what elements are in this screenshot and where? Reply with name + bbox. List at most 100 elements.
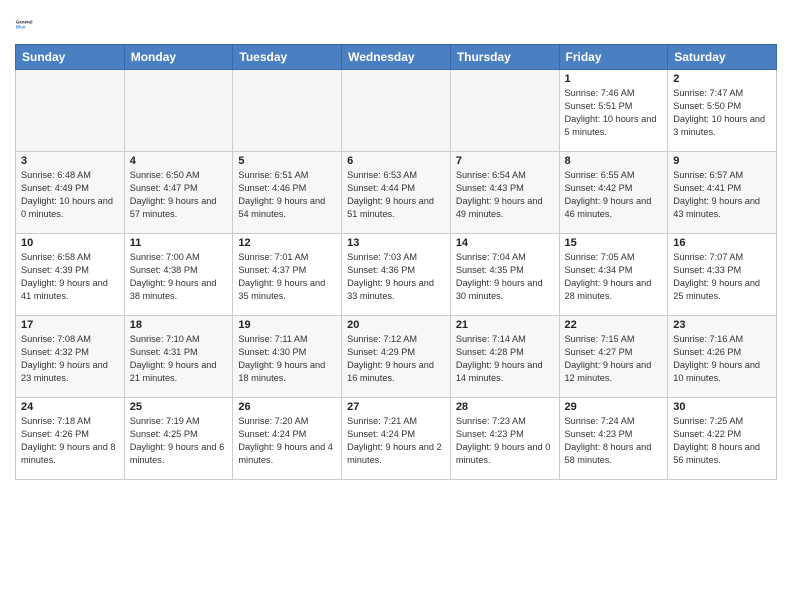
weekday-header-wednesday: Wednesday bbox=[342, 45, 451, 70]
day-cell: 29 Sunrise: 7:24 AMSunset: 4:23 PMDayligh… bbox=[559, 398, 668, 480]
day-number: 18 bbox=[130, 319, 228, 331]
day-cell bbox=[342, 70, 451, 152]
day-number: 9 bbox=[673, 155, 771, 167]
week-row-5: 24 Sunrise: 7:18 AMSunset: 4:26 PMDayligh… bbox=[16, 398, 777, 480]
day-info: Sunrise: 7:19 AMSunset: 4:25 PMDaylight:… bbox=[130, 415, 228, 467]
day-number: 22 bbox=[565, 319, 663, 331]
week-row-4: 17 Sunrise: 7:08 AMSunset: 4:32 PMDayligh… bbox=[16, 316, 777, 398]
weekday-header-tuesday: Tuesday bbox=[233, 45, 342, 70]
day-number: 14 bbox=[456, 237, 554, 249]
weekday-header-sunday: Sunday bbox=[16, 45, 125, 70]
day-number: 13 bbox=[347, 237, 445, 249]
svg-text:Blue: Blue bbox=[16, 25, 26, 30]
day-info: Sunrise: 6:51 AMSunset: 4:46 PMDaylight:… bbox=[238, 169, 336, 221]
day-info: Sunrise: 7:05 AMSunset: 4:34 PMDaylight:… bbox=[565, 251, 663, 303]
weekday-header-thursday: Thursday bbox=[450, 45, 559, 70]
day-number: 25 bbox=[130, 401, 228, 413]
weekday-header-saturday: Saturday bbox=[668, 45, 777, 70]
day-cell: 27 Sunrise: 7:21 AMSunset: 4:24 PMDayligh… bbox=[342, 398, 451, 480]
day-info: Sunrise: 7:03 AMSunset: 4:36 PMDaylight:… bbox=[347, 251, 445, 303]
day-cell: 23 Sunrise: 7:16 AMSunset: 4:26 PMDayligh… bbox=[668, 316, 777, 398]
day-number: 1 bbox=[565, 73, 663, 85]
day-info: Sunrise: 6:58 AMSunset: 4:39 PMDaylight:… bbox=[21, 251, 119, 303]
day-info: Sunrise: 7:46 AMSunset: 5:51 PMDaylight:… bbox=[565, 87, 663, 139]
day-number: 27 bbox=[347, 401, 445, 413]
page: General Blue SundayMondayTuesdayWednesda… bbox=[0, 0, 792, 612]
logo-icon: General Blue bbox=[15, 10, 43, 38]
day-cell: 5 Sunrise: 6:51 AMSunset: 4:46 PMDaylight… bbox=[233, 152, 342, 234]
day-number: 10 bbox=[21, 237, 119, 249]
day-info: Sunrise: 7:15 AMSunset: 4:27 PMDaylight:… bbox=[565, 333, 663, 385]
day-number: 15 bbox=[565, 237, 663, 249]
calendar-table: SundayMondayTuesdayWednesdayThursdayFrid… bbox=[15, 44, 777, 480]
day-number: 5 bbox=[238, 155, 336, 167]
day-cell: 19 Sunrise: 7:11 AMSunset: 4:30 PMDayligh… bbox=[233, 316, 342, 398]
day-info: Sunrise: 6:55 AMSunset: 4:42 PMDaylight:… bbox=[565, 169, 663, 221]
day-number: 12 bbox=[238, 237, 336, 249]
day-cell: 13 Sunrise: 7:03 AMSunset: 4:36 PMDayligh… bbox=[342, 234, 451, 316]
day-cell: 30Sunrise: 7:25 AMSunset: 4:22 PMDayligh… bbox=[668, 398, 777, 480]
day-info: Sunrise: 7:12 AMSunset: 4:29 PMDaylight:… bbox=[347, 333, 445, 385]
day-info: Sunrise: 7:00 AMSunset: 4:38 PMDaylight:… bbox=[130, 251, 228, 303]
day-info: Sunrise: 7:18 AMSunset: 4:26 PMDaylight:… bbox=[21, 415, 119, 467]
week-row-1: 1 Sunrise: 7:46 AMSunset: 5:51 PMDaylight… bbox=[16, 70, 777, 152]
day-info: Sunrise: 7:16 AMSunset: 4:26 PMDaylight:… bbox=[673, 333, 771, 385]
day-cell bbox=[450, 70, 559, 152]
weekday-header-monday: Monday bbox=[124, 45, 233, 70]
day-number: 30 bbox=[673, 401, 771, 413]
day-number: 3 bbox=[21, 155, 119, 167]
day-cell: 2 Sunrise: 7:47 AMSunset: 5:50 PMDaylight… bbox=[668, 70, 777, 152]
day-number: 17 bbox=[21, 319, 119, 331]
day-cell: 28 Sunrise: 7:23 AMSunset: 4:23 PMDayligh… bbox=[450, 398, 559, 480]
day-cell: 9 Sunrise: 6:57 AMSunset: 4:41 PMDaylight… bbox=[668, 152, 777, 234]
day-number: 23 bbox=[673, 319, 771, 331]
day-info: Sunrise: 6:48 AMSunset: 4:49 PMDaylight:… bbox=[21, 169, 119, 221]
day-info: Sunrise: 7:23 AMSunset: 4:23 PMDaylight:… bbox=[456, 415, 554, 467]
day-info: Sunrise: 6:57 AMSunset: 4:41 PMDaylight:… bbox=[673, 169, 771, 221]
day-info: Sunrise: 6:54 AMSunset: 4:43 PMDaylight:… bbox=[456, 169, 554, 221]
day-info: Sunrise: 6:53 AMSunset: 4:44 PMDaylight:… bbox=[347, 169, 445, 221]
day-number: 24 bbox=[21, 401, 119, 413]
day-cell: 7 Sunrise: 6:54 AMSunset: 4:43 PMDaylight… bbox=[450, 152, 559, 234]
day-cell: 14Sunrise: 7:04 AMSunset: 4:35 PMDayligh… bbox=[450, 234, 559, 316]
day-cell: 26 Sunrise: 7:20 AMSunset: 4:24 PMDayligh… bbox=[233, 398, 342, 480]
day-cell: 1 Sunrise: 7:46 AMSunset: 5:51 PMDaylight… bbox=[559, 70, 668, 152]
weekday-header-row: SundayMondayTuesdayWednesdayThursdayFrid… bbox=[16, 45, 777, 70]
day-number: 20 bbox=[347, 319, 445, 331]
day-number: 29 bbox=[565, 401, 663, 413]
day-number: 4 bbox=[130, 155, 228, 167]
day-info: Sunrise: 7:20 AMSunset: 4:24 PMDaylight:… bbox=[238, 415, 336, 467]
day-cell: 17 Sunrise: 7:08 AMSunset: 4:32 PMDayligh… bbox=[16, 316, 125, 398]
day-info: Sunrise: 7:07 AMSunset: 4:33 PMDaylight:… bbox=[673, 251, 771, 303]
day-info: Sunrise: 7:24 AMSunset: 4:23 PMDaylight:… bbox=[565, 415, 663, 467]
day-number: 8 bbox=[565, 155, 663, 167]
day-cell: 25 Sunrise: 7:19 AMSunset: 4:25 PMDayligh… bbox=[124, 398, 233, 480]
day-number: 7 bbox=[456, 155, 554, 167]
day-cell: 16Sunrise: 7:07 AMSunset: 4:33 PMDayligh… bbox=[668, 234, 777, 316]
day-cell: 15 Sunrise: 7:05 AMSunset: 4:34 PMDayligh… bbox=[559, 234, 668, 316]
day-cell: 4 Sunrise: 6:50 AMSunset: 4:47 PMDaylight… bbox=[124, 152, 233, 234]
day-number: 26 bbox=[238, 401, 336, 413]
day-number: 2 bbox=[673, 73, 771, 85]
day-cell: 3 Sunrise: 6:48 AMSunset: 4:49 PMDaylight… bbox=[16, 152, 125, 234]
day-cell: 18Sunrise: 7:10 AMSunset: 4:31 PMDayligh… bbox=[124, 316, 233, 398]
weekday-header-friday: Friday bbox=[559, 45, 668, 70]
logo: General Blue bbox=[15, 10, 43, 38]
day-info: Sunrise: 7:11 AMSunset: 4:30 PMDaylight:… bbox=[238, 333, 336, 385]
day-info: Sunrise: 7:14 AMSunset: 4:28 PMDaylight:… bbox=[456, 333, 554, 385]
week-row-2: 3 Sunrise: 6:48 AMSunset: 4:49 PMDaylight… bbox=[16, 152, 777, 234]
week-row-3: 10 Sunrise: 6:58 AMSunset: 4:39 PMDayligh… bbox=[16, 234, 777, 316]
day-info: Sunrise: 7:21 AMSunset: 4:24 PMDaylight:… bbox=[347, 415, 445, 467]
day-cell: 8 Sunrise: 6:55 AMSunset: 4:42 PMDaylight… bbox=[559, 152, 668, 234]
day-info: Sunrise: 7:08 AMSunset: 4:32 PMDaylight:… bbox=[21, 333, 119, 385]
day-info: Sunrise: 6:50 AMSunset: 4:47 PMDaylight:… bbox=[130, 169, 228, 221]
day-number: 28 bbox=[456, 401, 554, 413]
day-info: Sunrise: 7:47 AMSunset: 5:50 PMDaylight:… bbox=[673, 87, 771, 139]
day-cell bbox=[124, 70, 233, 152]
day-number: 6 bbox=[347, 155, 445, 167]
day-number: 11 bbox=[130, 237, 228, 249]
day-number: 19 bbox=[238, 319, 336, 331]
day-cell: 21Sunrise: 7:14 AMSunset: 4:28 PMDayligh… bbox=[450, 316, 559, 398]
day-cell: 22 Sunrise: 7:15 AMSunset: 4:27 PMDayligh… bbox=[559, 316, 668, 398]
header: General Blue bbox=[15, 10, 777, 38]
